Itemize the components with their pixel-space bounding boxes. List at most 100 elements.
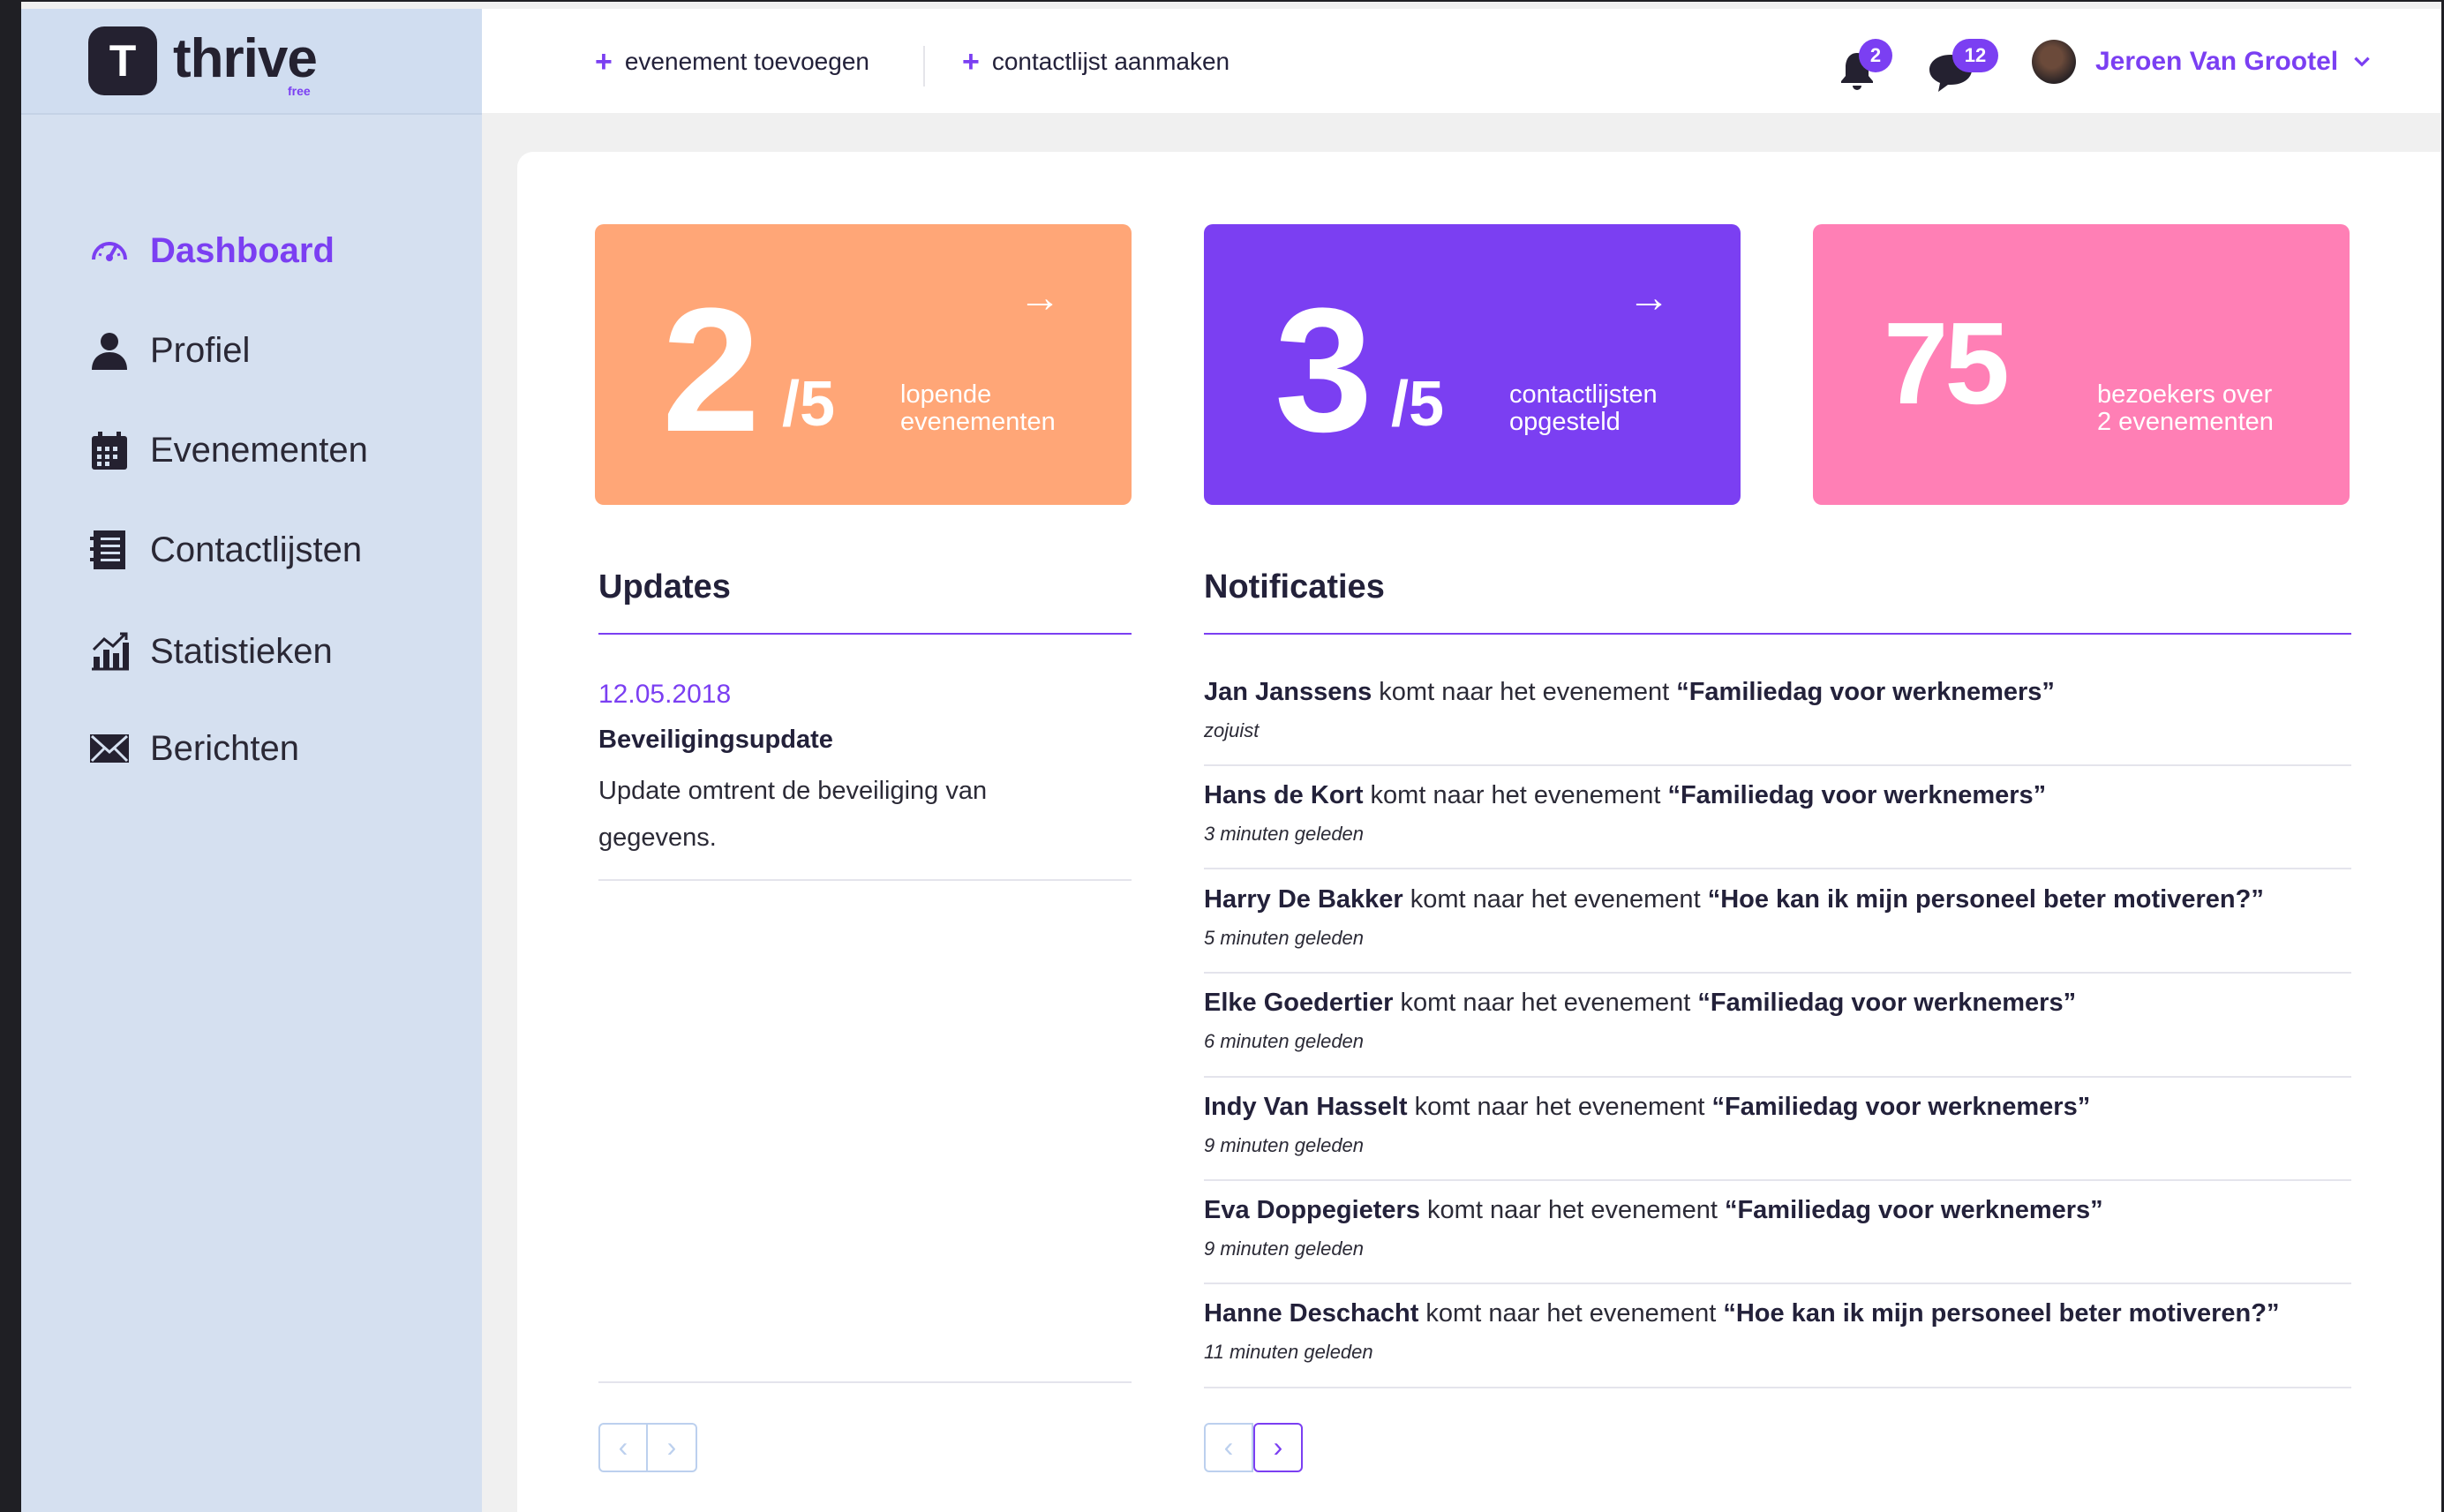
notification-item[interactable]: Eva Doppegieters komt naar het evenement…	[1204, 1196, 2351, 1260]
list-icon	[90, 530, 125, 569]
notification-time: 9 minuten geleden	[1204, 1134, 1365, 1156]
notification-time: 3 minuten geleden	[1204, 823, 1365, 845]
notification-item[interactable]: Hans de Kort komt naar het evenement “Fa…	[1204, 781, 2351, 846]
stat-card-events[interactable]: 2 /5 lopende evenementen →	[595, 224, 1132, 505]
stat-card-contactlists[interactable]: 3 /5 contactlijsten opgesteld →	[1204, 224, 1741, 505]
notification-event: “Familiedag voor werknemers”	[1676, 678, 2055, 706]
notification-event: “Familiedag voor werknemers”	[1724, 1196, 2103, 1224]
speedometer-icon	[92, 242, 127, 261]
stat-total: /5	[1391, 369, 1445, 440]
divider	[1204, 972, 2351, 974]
logo[interactable]: T thrive free	[21, 9, 482, 115]
stat-value: 2	[662, 272, 760, 469]
updates-title: Updates	[598, 568, 731, 606]
notification-item[interactable]: Jan Janssens komt naar het evenement “Fa…	[1204, 678, 2351, 742]
sidebar-item-label: Contactlijsten	[150, 530, 363, 569]
notifications-count-badge: 2	[1859, 39, 1892, 72]
add-event-label: evenement toevoegen	[624, 48, 869, 75]
stat-description: contactlijsten opgesteld	[1509, 380, 1658, 436]
notification-time: 9 minuten geleden	[1204, 1237, 1365, 1260]
notification-item[interactable]: Indy Van Hasselt komt naar het evenement…	[1204, 1093, 2351, 1157]
stat-card-visitors[interactable]: 75 bezoekers over 2 evenementen	[1813, 224, 2350, 505]
sidebar-item-evenementen[interactable]: Evenementen	[88, 422, 368, 478]
notification-person: Jan Janssens	[1204, 678, 1372, 706]
calendar-icon	[92, 432, 127, 470]
notification-event: “Familiedag voor werknemers”	[1711, 1093, 2091, 1121]
notifications-pager: ‹ ›	[1204, 1423, 1303, 1472]
notification-person: Indy Van Hasselt	[1204, 1093, 1408, 1121]
notifications-title: Notificaties	[1204, 568, 1385, 606]
sidebar-item-label: Statistieken	[150, 631, 333, 671]
notification-event: “Familiedag voor werknemers”	[1667, 781, 2047, 809]
notification-time: 5 minuten geleden	[1204, 927, 1365, 949]
notification-item[interactable]: Elke Goedertier komt naar het evenement …	[1204, 989, 2351, 1053]
stat-total: /5	[782, 369, 836, 440]
messages-button[interactable]: 12	[1926, 39, 2011, 95]
prev-page-button[interactable]: ‹	[598, 1423, 648, 1472]
add-contactlist-button[interactable]: + contactlijst aanmaken	[962, 42, 1230, 81]
topbar: + evenement toevoegen + contactlijst aan…	[482, 9, 2441, 113]
sidebar-item-berichten[interactable]: Berichten	[88, 720, 299, 777]
notification-person: Harry De Bakker	[1204, 885, 1403, 914]
notification-time: zojuist	[1204, 719, 1260, 741]
sidebar-item-statistieken[interactable]: Statistieken	[88, 623, 333, 680]
envelope-icon	[90, 734, 129, 763]
sidebar-item-label: Berichten	[150, 728, 299, 768]
logo-mark-icon: T	[88, 26, 157, 95]
arrow-right-icon[interactable]: →	[1628, 277, 1670, 320]
notification-time: 6 minuten geleden	[1204, 1030, 1365, 1052]
sidebar-item-label: Evenementen	[150, 430, 368, 470]
notifications-rule	[1204, 633, 2351, 635]
next-page-button[interactable]: ›	[648, 1423, 697, 1472]
prev-page-button[interactable]: ‹	[1204, 1423, 1253, 1472]
notification-event: “Hoe kan ik mijn personeel beter motiver…	[1707, 885, 2264, 914]
notification-person: Hanne Deschacht	[1204, 1299, 1419, 1328]
sidebar-item-dashboard[interactable]: Dashboard	[88, 222, 335, 279]
updates-rule	[598, 633, 1132, 635]
notification-person: Hans de Kort	[1204, 781, 1364, 809]
updates-pager: ‹ ›	[598, 1423, 697, 1472]
logo-tier: free	[288, 84, 311, 98]
arrow-right-icon[interactable]: →	[1019, 277, 1061, 320]
notification-event: “Hoe kan ik mijn personeel beter motiver…	[1723, 1299, 2280, 1328]
notification-event: “Familiedag voor werknemers”	[1697, 989, 2077, 1017]
sidebar-item-profiel[interactable]: Profiel	[88, 322, 250, 379]
dashboard-panel: 2 /5 lopende evenementen → 3 /5 contactl…	[517, 152, 2441, 1512]
divider	[1204, 764, 2351, 766]
messages-count-badge: 12	[1952, 39, 1998, 72]
update-title[interactable]: Beveiligingsupdate	[598, 726, 833, 755]
divider	[1204, 868, 2351, 869]
add-contactlist-label: contactlijst aanmaken	[991, 48, 1230, 75]
notification-person: Eva Doppegieters	[1204, 1196, 1420, 1224]
notifications-button[interactable]: 2	[1836, 39, 1898, 95]
notification-item[interactable]: Hanne Deschacht komt naar het evenement …	[1204, 1299, 2351, 1364]
plus-icon: +	[595, 44, 613, 79]
sidebar-item-contactlijsten[interactable]: Contactlijsten	[88, 522, 362, 578]
divider	[1204, 1076, 2351, 1078]
divider	[1204, 1179, 2351, 1181]
add-event-button[interactable]: + evenement toevoegen	[595, 42, 869, 81]
notification-time: 11 minuten geleden	[1204, 1341, 1373, 1363]
topbar-divider	[923, 46, 925, 87]
divider	[598, 879, 1132, 881]
divider	[1204, 1283, 2351, 1284]
stat-value: 3	[1275, 272, 1372, 469]
chart-icon	[92, 632, 129, 671]
sidebar-item-label: Profiel	[150, 330, 251, 370]
next-page-button[interactable]: ›	[1253, 1423, 1303, 1472]
plus-icon: +	[962, 44, 980, 79]
stat-value: 75	[1884, 298, 2010, 428]
divider	[1204, 1387, 2351, 1388]
user-menu[interactable]: Jeroen Van Grootel	[2032, 37, 2373, 87]
stat-description: bezoekers over 2 evenementen	[2097, 380, 2274, 436]
sidebar-item-label: Dashboard	[150, 230, 335, 270]
logo-name: thrive	[173, 28, 318, 89]
chevron-down-icon	[2354, 56, 2370, 67]
user-icon	[92, 333, 127, 370]
notification-item[interactable]: Harry De Bakker komt naar het evenement …	[1204, 885, 2351, 950]
user-name: Jeroen Van Grootel	[2095, 47, 2339, 76]
sidebar: T thrive free Dashboard Profiel Evenemen…	[21, 9, 482, 1512]
update-date: 12.05.2018	[598, 680, 732, 709]
divider	[598, 1381, 1132, 1383]
update-body: Update omtrent de beveiliging van gegeve…	[598, 777, 988, 852]
